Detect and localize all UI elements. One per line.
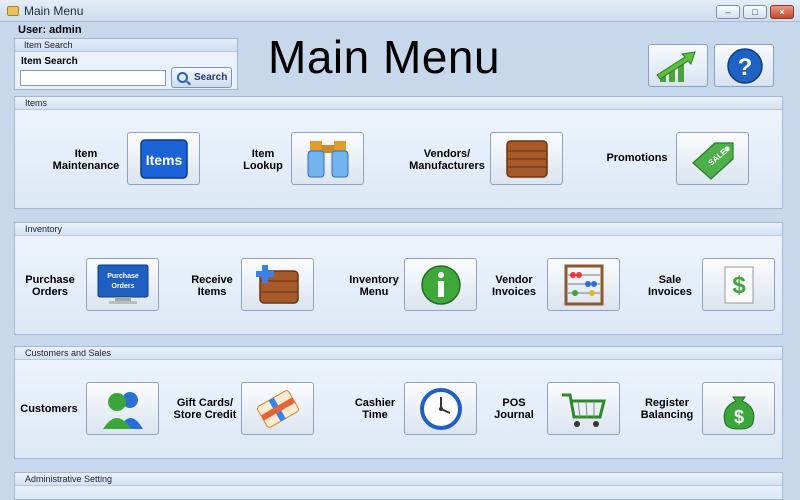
search-button[interactable]: Search	[171, 67, 232, 88]
cart-icon	[561, 393, 606, 427]
section-title-customers-and-sales: Customers and Sales	[15, 347, 782, 360]
monitor-icon: Purchase Orders	[97, 264, 148, 304]
cashier-time-label: Cashier Time	[354, 397, 396, 421]
vendors-manufacturers-label: Vendors/Manufacturers	[409, 148, 485, 172]
pos-journal-label: POS Journal	[494, 397, 534, 421]
register-balancing-label: Register Balancing	[640, 397, 694, 421]
svg-text:Purchase: Purchase	[107, 273, 139, 280]
window-title: Main Menu	[24, 4, 84, 18]
invoice-icon: $	[724, 266, 753, 303]
help-icon: ?	[727, 48, 763, 84]
item-search-group: Item Search Item Search Search	[14, 38, 238, 90]
inventory-menu-button[interactable]	[404, 258, 477, 311]
vendor-invoices-label: Vendor Invoices	[491, 274, 537, 298]
abacus-icon	[564, 264, 603, 305]
people-icon	[102, 391, 143, 429]
receive-items-label: Receive Items	[191, 274, 233, 298]
search-icon	[177, 72, 188, 83]
app-icon	[7, 6, 19, 16]
item-lookup-button[interactable]	[291, 132, 364, 185]
sale-invoices-label: Sale Invoices	[647, 274, 693, 298]
crate-icon	[505, 139, 548, 178]
user-label: User: admin	[18, 24, 82, 36]
svg-text:$: $	[733, 407, 743, 427]
section-title-administrative-setting: Administrative Setting	[15, 473, 782, 486]
item-lookup-label: Item Lookup	[243, 148, 283, 172]
svg-text:Items: Items	[145, 152, 182, 168]
promotions-label: Promotions	[606, 152, 668, 164]
title-bar: Main Menu – □ ×	[0, 0, 800, 22]
item-maintenance-button[interactable]: Items	[127, 132, 200, 185]
vendor-invoices-button[interactable]	[547, 258, 620, 311]
register-balancing-button[interactable]: $	[702, 382, 775, 435]
help-button[interactable]: ?	[714, 44, 774, 87]
search-button-label: Search	[194, 72, 228, 83]
gift-cards-label: Gift Cards/Store Credit	[173, 397, 237, 421]
customers-button[interactable]	[86, 382, 159, 435]
sale-tag-icon: SALE	[691, 141, 734, 180]
pos-journal-button[interactable]	[547, 382, 620, 435]
trend-up-icon	[656, 51, 696, 82]
customers-label: Customers	[20, 403, 78, 415]
receive-crate-icon	[255, 264, 299, 304]
page-title: Main Menu	[268, 31, 501, 83]
item-maintenance-label: Item Maintenance	[52, 148, 120, 172]
svg-text:Orders: Orders	[111, 283, 134, 290]
search-input[interactable]	[20, 70, 166, 86]
svg-text:?: ?	[738, 54, 753, 81]
items-icon: Items	[139, 138, 188, 179]
close-button[interactable]: ×	[770, 5, 794, 19]
section-title-items: Items	[15, 97, 782, 110]
section-title-inventory: Inventory	[15, 223, 782, 236]
sale-invoices-button[interactable]: $	[702, 258, 775, 311]
receive-items-button[interactable]	[241, 258, 314, 311]
svg-text:$: $	[732, 272, 746, 299]
gift-card-icon	[256, 389, 299, 428]
item-search-label: Item Search	[21, 56, 78, 67]
purchase-orders-label: Purchase Orders	[25, 274, 75, 298]
purchase-orders-button[interactable]: Purchase Orders	[86, 258, 159, 311]
vendors-manufacturers-button[interactable]	[490, 132, 563, 185]
promotions-button[interactable]: SALE	[676, 132, 749, 185]
inventory-menu-label: Inventory Menu	[349, 274, 399, 298]
binoculars-icon	[307, 140, 348, 177]
gift-cards-button[interactable]	[241, 382, 314, 435]
reports-button[interactable]	[648, 44, 708, 87]
cashier-time-button[interactable]	[404, 382, 477, 435]
minimize-button[interactable]: –	[716, 5, 740, 19]
maximize-button[interactable]: □	[743, 5, 767, 19]
info-icon	[420, 264, 461, 305]
money-bag-icon: $	[723, 396, 754, 430]
item-search-group-title: Item Search	[15, 39, 237, 52]
section-administrative-setting: Administrative Setting	[14, 472, 783, 500]
clock-icon	[419, 387, 462, 430]
